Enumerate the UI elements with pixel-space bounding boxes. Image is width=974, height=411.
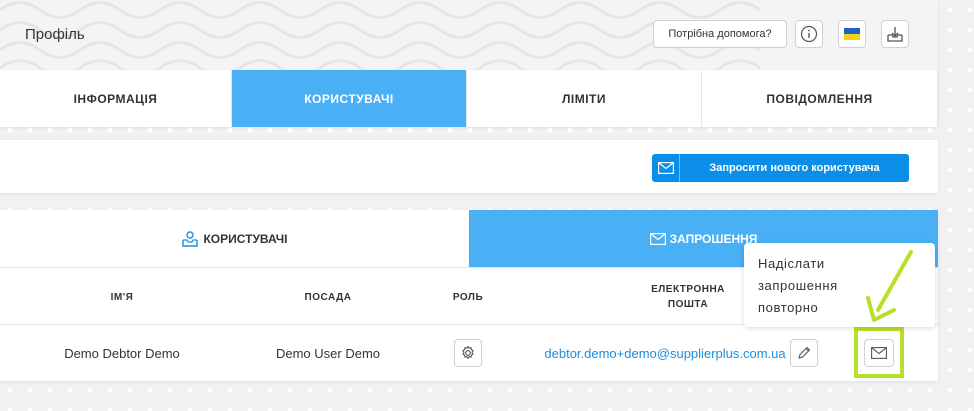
header-pattern [0, 1, 760, 70]
cell-email: debtor.demo+demo@supplierplus.com.ua [540, 325, 790, 381]
help-button[interactable]: Потрібна допомога? [653, 20, 787, 48]
column-email-line2: ПОШТА [667, 299, 709, 310]
invite-user-button[interactable]: Запросити нового користувача [652, 154, 909, 182]
tab-users[interactable]: КОРИСТУВАЧІ [232, 70, 467, 127]
tab-notifications[interactable]: ПОВІДОМЛЕННЯ [702, 70, 938, 127]
role-settings-button[interactable] [454, 339, 482, 367]
invite-panel: Запросити нового користувача [0, 140, 938, 193]
page-title: Профіль [25, 26, 85, 43]
pointer-arrow [866, 250, 913, 322]
ukraine-flag-icon [844, 28, 860, 40]
gear-icon [462, 345, 474, 360]
pencil-icon [798, 346, 811, 359]
info-icon [800, 25, 818, 43]
edit-button[interactable] [790, 339, 818, 367]
cell-edit [789, 325, 819, 381]
info-button[interactable] [795, 20, 823, 48]
cell-position: Demo User Demo [275, 345, 381, 361]
table-row: Demo Debtor Demo Demo User Demo debtor.d… [0, 325, 938, 381]
highlight-frame [854, 327, 904, 378]
profile-header: Профіль Потрібна допомога? [0, 0, 938, 70]
column-email-line1: ЕЛЕКТРОННА [651, 284, 725, 295]
language-button[interactable] [838, 20, 866, 48]
tab-information[interactable]: ІНФОРМАЦІЯ [0, 70, 232, 127]
email-link[interactable]: debtor.demo+demo@supplierplus.com.ua [544, 346, 785, 361]
download-icon [887, 27, 903, 42]
invite-user-label: Запросити нового користувача [709, 162, 880, 174]
envelope-icon [652, 154, 680, 182]
cell-name: Demo Debtor Demo [64, 345, 180, 361]
subtab-users[interactable]: КОРИСТУВАЧІ [0, 210, 469, 267]
cell-role [418, 325, 518, 381]
subtab-users-label: КОРИСТУВАЧІ [203, 231, 288, 246]
column-name[interactable]: ІМ'Я [22, 268, 222, 326]
user-inbox-icon [182, 230, 199, 247]
envelope-icon [649, 232, 666, 245]
tab-limits[interactable]: ЛІМІТИ [467, 70, 702, 127]
column-position[interactable]: ПОСАДА [228, 268, 428, 326]
download-button[interactable] [881, 20, 909, 48]
column-role[interactable]: РОЛЬ [418, 268, 518, 326]
main-tabs: ІНФОРМАЦІЯ КОРИСТУВАЧІ ЛІМІТИ ПОВІДОМЛЕН… [0, 70, 938, 127]
